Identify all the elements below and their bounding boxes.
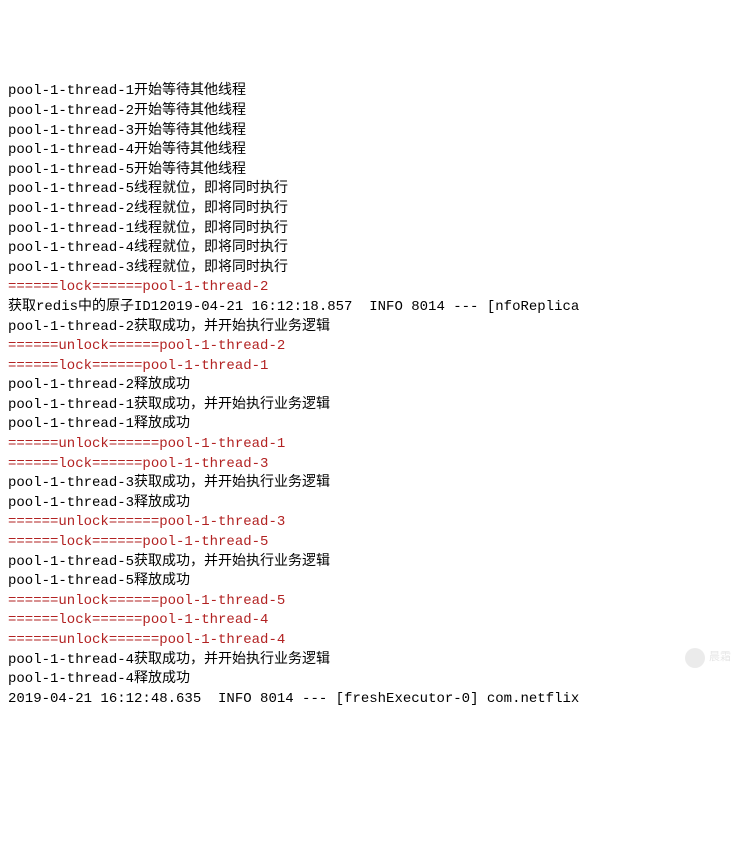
log-line: ======unlock======pool-1-thread-2: [8, 337, 735, 357]
log-line: pool-1-thread-4获取成功，并开始执行业务逻辑: [8, 651, 735, 671]
log-line: pool-1-thread-2线程就位，即将同时执行: [8, 200, 735, 220]
log-line: pool-1-thread-5获取成功，并开始执行业务逻辑: [8, 553, 735, 573]
log-line: ======unlock======pool-1-thread-1: [8, 435, 735, 455]
log-line: ======lock======pool-1-thread-1: [8, 357, 735, 377]
log-line: pool-1-thread-3开始等待其他线程: [8, 122, 735, 142]
log-line: pool-1-thread-2获取成功，并开始执行业务逻辑: [8, 318, 735, 338]
log-line: 2019-04-21 16:12:48.635 INFO 8014 --- [f…: [8, 690, 735, 710]
log-line: pool-1-thread-3线程就位，即将同时执行: [8, 259, 735, 279]
log-line: pool-1-thread-5线程就位，即将同时执行: [8, 180, 735, 200]
log-line: ======unlock======pool-1-thread-5: [8, 592, 735, 612]
log-line: ======lock======pool-1-thread-5: [8, 533, 735, 553]
log-line: ======lock======pool-1-thread-2: [8, 278, 735, 298]
log-line: ======unlock======pool-1-thread-3: [8, 513, 735, 533]
log-line: ======unlock======pool-1-thread-4: [8, 631, 735, 651]
log-line: 获取redis中的原子ID12019-04-21 16:12:18.857 IN…: [8, 298, 735, 318]
log-line: ======lock======pool-1-thread-3: [8, 455, 735, 475]
console-log-output: pool-1-thread-1开始等待其他线程pool-1-thread-2开始…: [8, 82, 735, 709]
log-line: pool-1-thread-5释放成功: [8, 572, 735, 592]
log-line: pool-1-thread-2释放成功: [8, 376, 735, 396]
log-line: pool-1-thread-2开始等待其他线程: [8, 102, 735, 122]
log-line: pool-1-thread-1开始等待其他线程: [8, 82, 735, 102]
log-line: pool-1-thread-1线程就位，即将同时执行: [8, 220, 735, 240]
log-line: pool-1-thread-1释放成功: [8, 415, 735, 435]
log-line: pool-1-thread-1获取成功，并开始执行业务逻辑: [8, 396, 735, 416]
log-line: pool-1-thread-3获取成功，并开始执行业务逻辑: [8, 474, 735, 494]
log-line: ======lock======pool-1-thread-4: [8, 611, 735, 631]
log-line: pool-1-thread-5开始等待其他线程: [8, 161, 735, 181]
log-line: pool-1-thread-4开始等待其他线程: [8, 141, 735, 161]
log-line: pool-1-thread-4释放成功: [8, 670, 735, 690]
log-line: pool-1-thread-3释放成功: [8, 494, 735, 514]
log-line: pool-1-thread-4线程就位，即将同时执行: [8, 239, 735, 259]
